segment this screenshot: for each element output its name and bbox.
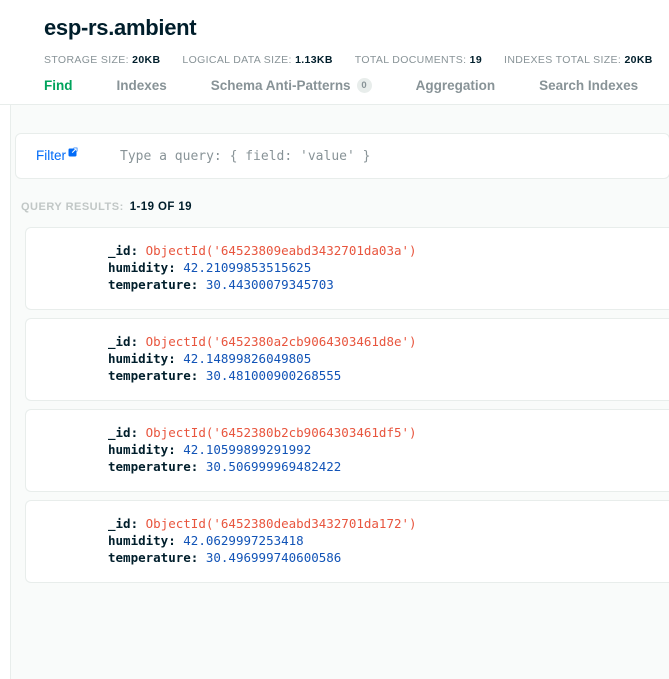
- tab-find[interactable]: Find: [44, 78, 73, 104]
- field-key: humidity: [108, 533, 169, 548]
- document-list[interactable]: _id: ObjectId('64523809eabd3432701da03a'…: [11, 227, 669, 679]
- query-results-label: QUERY RESULTS:: [21, 201, 124, 213]
- field-value-objectid: ObjectId('6452380b2cb9064303461df5'): [145, 425, 417, 440]
- find-panel: Filter QUERY RESULTS: 1-19 OF 19: [10, 105, 669, 679]
- field-value-number: 42.14899826049805: [183, 351, 312, 366]
- field-key: _id: [108, 425, 131, 440]
- field-row-id: _id: ObjectId('6452380b2cb9064303461df5'…: [108, 425, 417, 440]
- field-value-number: 30.481000900268555: [205, 368, 342, 383]
- field-row-temperature: temperature: 30.481000900268555: [108, 368, 342, 383]
- field-key: humidity: [108, 442, 169, 457]
- query-bar[interactable]: Filter: [15, 133, 669, 179]
- field-key: humidity: [108, 351, 169, 366]
- stat-storage-size: STORAGE SIZE: 20KB: [44, 54, 160, 66]
- field-row-temperature: temperature: 30.506999969482422: [108, 459, 342, 474]
- stat-storage-size-label: STORAGE SIZE:: [44, 54, 129, 66]
- field-value-objectid: ObjectId('6452380a2cb9064303461d8e'): [145, 334, 417, 349]
- document-fields: _id: ObjectId('6452380deabd3432701da172'…: [26, 515, 669, 566]
- document-card[interactable]: _id: ObjectId('64523809eabd3432701da03a'…: [25, 227, 669, 310]
- page-title: esp-rs.ambient: [44, 15, 197, 40]
- filter-link-label: Filter: [36, 148, 66, 163]
- field-row-humidity: humidity: 42.21099853515625: [108, 260, 312, 275]
- field-value-number: 42.10599899291992: [183, 442, 312, 457]
- document-fields: _id: ObjectId('6452380a2cb9064303461d8e'…: [26, 333, 669, 384]
- tab-indexes-label: Indexes: [116, 78, 167, 93]
- field-key: _id: [108, 243, 131, 258]
- field-value-objectid: ObjectId('6452380deabd3432701da172'): [145, 516, 417, 531]
- filter-link[interactable]: Filter: [16, 145, 78, 164]
- collection-header: esp-rs.ambient STORAGE SIZE: 20KB LOGICA…: [0, 0, 669, 105]
- field-value-number: 42.21099853515625: [183, 260, 312, 275]
- field-key: humidity: [108, 260, 169, 275]
- field-value-number: 30.506999969482422: [205, 459, 342, 474]
- field-row-temperature: temperature: 30.496999740600586: [108, 550, 342, 565]
- field-value-number: 42.0629997253418: [183, 533, 304, 548]
- schema-anti-patterns-count-badge: 0: [356, 78, 372, 93]
- stat-indexes-total-size-value: 20KB: [624, 54, 653, 66]
- document-card[interactable]: _id: ObjectId('6452380a2cb9064303461d8e'…: [25, 318, 669, 401]
- field-key: _id: [108, 334, 131, 349]
- field-key: _id: [108, 516, 131, 531]
- query-input[interactable]: [78, 148, 669, 164]
- query-results-bar: QUERY RESULTS: 1-19 OF 19: [11, 179, 669, 227]
- field-value-number: 30.496999740600586: [205, 550, 342, 565]
- tab-aggregation-label: Aggregation: [415, 78, 496, 93]
- query-bar-wrapper: Filter: [11, 133, 669, 179]
- tab-find-label: Find: [44, 78, 73, 93]
- field-value-number: 30.44300079345703: [205, 277, 334, 292]
- collection-view: esp-rs.ambient STORAGE SIZE: 20KB LOGICA…: [0, 0, 669, 679]
- field-key: temperature: [108, 459, 191, 474]
- tab-schema-anti-patterns-label: Schema Anti-Patterns: [210, 78, 351, 93]
- field-row-humidity: humidity: 42.14899826049805: [108, 351, 312, 366]
- field-row-id: _id: ObjectId('6452380deabd3432701da172'…: [108, 516, 417, 531]
- tab-indexes[interactable]: Indexes: [117, 78, 167, 104]
- stat-indexes-total-size: INDEXES TOTAL SIZE: 20KB: [504, 54, 653, 66]
- query-results-count: 1-19 OF 19: [129, 201, 192, 213]
- field-value-objectid: ObjectId('64523809eabd3432701da03a'): [145, 243, 417, 258]
- document-card[interactable]: _id: ObjectId('6452380b2cb9064303461df5'…: [25, 409, 669, 492]
- field-key: temperature: [108, 550, 191, 565]
- field-row-humidity: humidity: 42.10599899291992: [108, 442, 312, 457]
- field-row-id: _id: ObjectId('64523809eabd3432701da03a'…: [108, 243, 417, 258]
- stat-total-documents: TOTAL DOCUMENTS: 19: [355, 54, 482, 66]
- collection-tabs: Find Indexes Schema Anti-Patterns 0 Aggr…: [0, 66, 669, 105]
- field-key: temperature: [108, 277, 191, 292]
- tab-schema-anti-patterns[interactable]: Schema Anti-Patterns 0: [211, 78, 372, 104]
- external-link-icon: [68, 145, 78, 157]
- stat-storage-size-value: 20KB: [132, 54, 161, 66]
- document-fields: _id: ObjectId('64523809eabd3432701da03a'…: [26, 242, 669, 293]
- stat-total-documents-value: 19: [469, 54, 483, 66]
- stat-indexes-total-size-label: INDEXES TOTAL SIZE:: [504, 54, 622, 66]
- field-row-id: _id: ObjectId('6452380a2cb9064303461d8e'…: [108, 334, 417, 349]
- collection-stats: STORAGE SIZE: 20KB LOGICAL DATA SIZE: 1.…: [0, 42, 669, 66]
- field-key: temperature: [108, 368, 191, 383]
- stat-total-documents-label: TOTAL DOCUMENTS:: [354, 54, 467, 66]
- tab-aggregation[interactable]: Aggregation: [416, 78, 496, 104]
- document-card[interactable]: _id: ObjectId('6452380deabd3432701da172'…: [25, 500, 669, 583]
- stat-logical-data-size-value: 1.13KB: [295, 54, 333, 66]
- stat-logical-data-size: LOGICAL DATA SIZE: 1.13KB: [182, 54, 332, 66]
- field-row-humidity: humidity: 42.0629997253418: [108, 533, 304, 548]
- tab-search-indexes-label: Search Indexes: [539, 78, 639, 93]
- stat-logical-data-size-label: LOGICAL DATA SIZE:: [182, 54, 292, 66]
- document-fields: _id: ObjectId('6452380b2cb9064303461df5'…: [26, 424, 669, 475]
- tab-search-indexes[interactable]: Search Indexes: [539, 78, 638, 104]
- field-row-temperature: temperature: 30.44300079345703: [108, 277, 334, 292]
